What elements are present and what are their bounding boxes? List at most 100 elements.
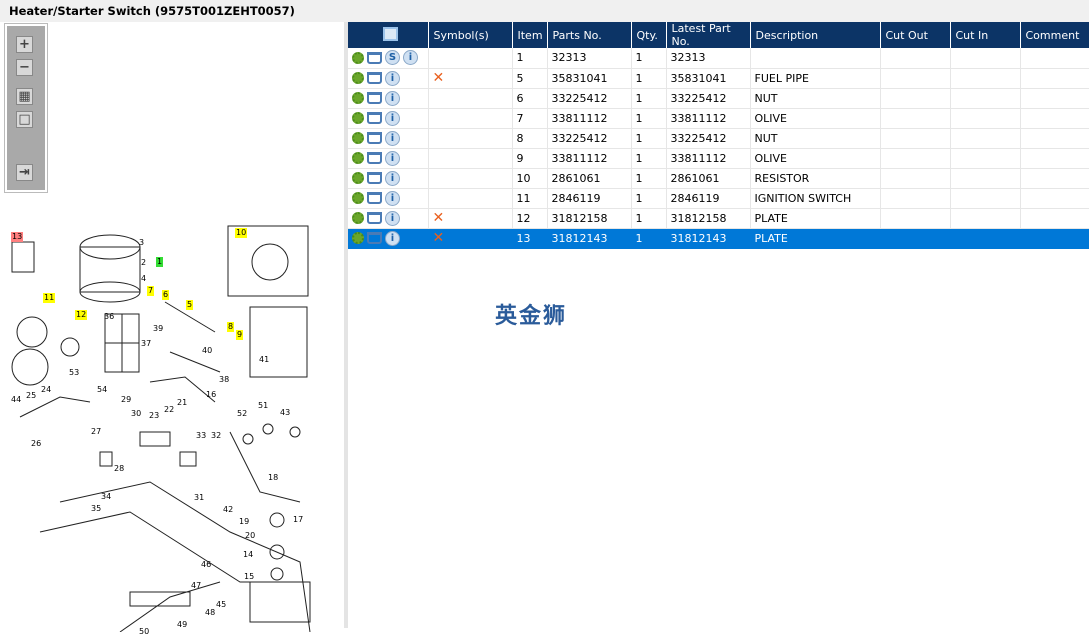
table-row[interactable]: i 7 33811112 1 33811112 OLIVE	[348, 108, 1089, 129]
callout-4[interactable]: 4	[140, 274, 147, 284]
callout-27[interactable]: 27	[90, 427, 102, 437]
callout-25[interactable]: 25	[25, 391, 37, 401]
settings-gears-icon[interactable]	[352, 51, 364, 64]
info-icon[interactable]: i	[403, 50, 418, 66]
info-icon[interactable]: i	[385, 230, 400, 246]
column-header-parts-no[interactable]: Parts No.	[547, 22, 632, 48]
fit-to-window-button[interactable]: ▦	[16, 88, 33, 105]
table-row[interactable]: i ✕ 13 31812143 1 31812143 PLATE	[348, 228, 1089, 249]
callout-7[interactable]: 7	[147, 286, 155, 296]
callout-13[interactable]: 13	[11, 232, 24, 242]
gear-icon[interactable]	[352, 72, 364, 84]
cart-icon[interactable]	[367, 112, 382, 124]
table-row[interactable]: Si 1 32313 1 32313	[348, 48, 1089, 69]
info-icon[interactable]: i	[385, 190, 400, 206]
callout-51[interactable]: 51	[257, 401, 269, 411]
column-header-comment[interactable]: Comment	[1020, 22, 1089, 48]
callout-30[interactable]: 30	[130, 409, 142, 419]
callout-38[interactable]: 38	[218, 375, 230, 385]
info-icon[interactable]: i	[385, 90, 400, 106]
cart-icon[interactable]	[367, 132, 382, 144]
table-row[interactable]: i ✕ 12 31812158 1 31812158 PLATE	[348, 208, 1089, 229]
column-header-qty[interactable]: Qty.	[631, 22, 667, 48]
info-icon[interactable]: i	[385, 110, 400, 126]
exploded-parts-diagram[interactable]: 13 3 2 1 4 10 11 7 6 5 12 36 39 8 9 40 37 41 53 38 54 16 44 25 2…	[0, 202, 345, 637]
callout-35[interactable]: 35	[90, 504, 102, 514]
callout-16[interactable]: 16	[205, 390, 217, 400]
callout-18[interactable]: 18	[267, 473, 279, 483]
cart-icon[interactable]	[367, 232, 382, 244]
column-header-cut-in[interactable]: Cut In	[950, 22, 1021, 48]
callout-3[interactable]: 3	[138, 238, 145, 248]
callout-50[interactable]: 50	[138, 627, 150, 637]
search-preview-icon[interactable]	[382, 26, 398, 41]
zoom-out-button[interactable]: −	[16, 59, 33, 76]
export-button[interactable]: ⇥	[16, 164, 33, 181]
callout-10[interactable]: 10	[235, 228, 248, 238]
info-icon[interactable]: i	[385, 170, 400, 186]
callout-52[interactable]: 52	[236, 409, 248, 419]
callout-54[interactable]: 54	[96, 385, 108, 395]
zoom-in-button[interactable]: +	[16, 36, 33, 53]
callout-2[interactable]: 2	[140, 258, 147, 268]
column-header-symbols[interactable]: Symbol(s)	[428, 22, 513, 48]
callout-21[interactable]: 21	[176, 398, 188, 408]
callout-23[interactable]: 23	[148, 411, 160, 421]
callout-26[interactable]: 26	[30, 439, 42, 449]
column-header-actions[interactable]	[348, 22, 429, 48]
callout-33[interactable]: 33	[195, 431, 207, 441]
cart-icon[interactable]	[367, 72, 382, 84]
column-header-description[interactable]: Description	[750, 22, 881, 48]
table-row[interactable]: i 10 2861061 1 2861061 RESISTOR	[348, 168, 1089, 189]
callout-40[interactable]: 40	[201, 346, 213, 356]
column-header-cut-out[interactable]: Cut Out	[880, 22, 951, 48]
callout-39[interactable]: 39	[152, 324, 164, 334]
info-icon[interactable]: i	[385, 150, 400, 166]
callout-43[interactable]: 43	[279, 408, 291, 418]
cart-icon[interactable]	[367, 212, 382, 224]
callout-53[interactable]: 53	[68, 368, 80, 378]
callout-17[interactable]: 17	[292, 515, 304, 525]
cart-icon[interactable]	[367, 51, 382, 64]
callout-12[interactable]: 12	[75, 310, 88, 320]
callout-44[interactable]: 44	[10, 395, 22, 405]
callout-24[interactable]: 24	[40, 385, 52, 395]
table-row[interactable]: i 11 2846119 1 2846119 IGNITION SWITCH	[348, 188, 1089, 209]
callout-49[interactable]: 49	[176, 620, 188, 630]
cart-icon[interactable]	[367, 172, 382, 184]
callout-11[interactable]: 11	[43, 293, 56, 303]
callout-6[interactable]: 6	[162, 290, 170, 300]
gear-icon[interactable]	[352, 172, 364, 184]
callout-42[interactable]: 42	[222, 505, 234, 515]
table-row[interactable]: i 8 33225412 1 33225412 NUT	[348, 128, 1089, 149]
gear-icon[interactable]	[352, 112, 364, 124]
callout-32[interactable]: 32	[210, 431, 222, 441]
info-icon[interactable]: i	[385, 130, 400, 146]
info-icon[interactable]: i	[385, 210, 400, 226]
callout-1[interactable]: 1	[156, 257, 164, 267]
column-header-item[interactable]: Item	[512, 22, 548, 48]
table-row[interactable]: i 9 33811112 1 33811112 OLIVE	[348, 148, 1089, 169]
gear-icon[interactable]	[352, 92, 364, 104]
info-icon[interactable]: i	[385, 70, 400, 86]
callout-41[interactable]: 41	[258, 355, 270, 365]
callout-37[interactable]: 37	[140, 339, 152, 349]
column-header-latest-part-no[interactable]: Latest Part No.	[666, 22, 751, 48]
callout-9[interactable]: 9	[236, 330, 244, 340]
cart-icon[interactable]	[367, 152, 382, 164]
callout-28[interactable]: 28	[113, 464, 125, 474]
gear-icon[interactable]	[352, 152, 364, 164]
callout-14[interactable]: 14	[242, 550, 254, 560]
gear-icon[interactable]	[352, 192, 364, 204]
callout-29[interactable]: 29	[120, 395, 132, 405]
callout-15[interactable]: 15	[243, 572, 255, 582]
callout-46[interactable]: 46	[200, 560, 212, 570]
callout-45[interactable]: 45	[215, 600, 227, 610]
callout-36[interactable]: 36	[103, 312, 115, 322]
table-row[interactable]: i 6 33225412 1 33225412 NUT	[348, 88, 1089, 109]
actual-size-button[interactable]: □	[16, 111, 33, 128]
callout-22[interactable]: 22	[163, 405, 175, 415]
callout-47[interactable]: 47	[190, 581, 202, 591]
gear-icon[interactable]	[352, 212, 364, 224]
callout-31[interactable]: 31	[193, 493, 205, 503]
